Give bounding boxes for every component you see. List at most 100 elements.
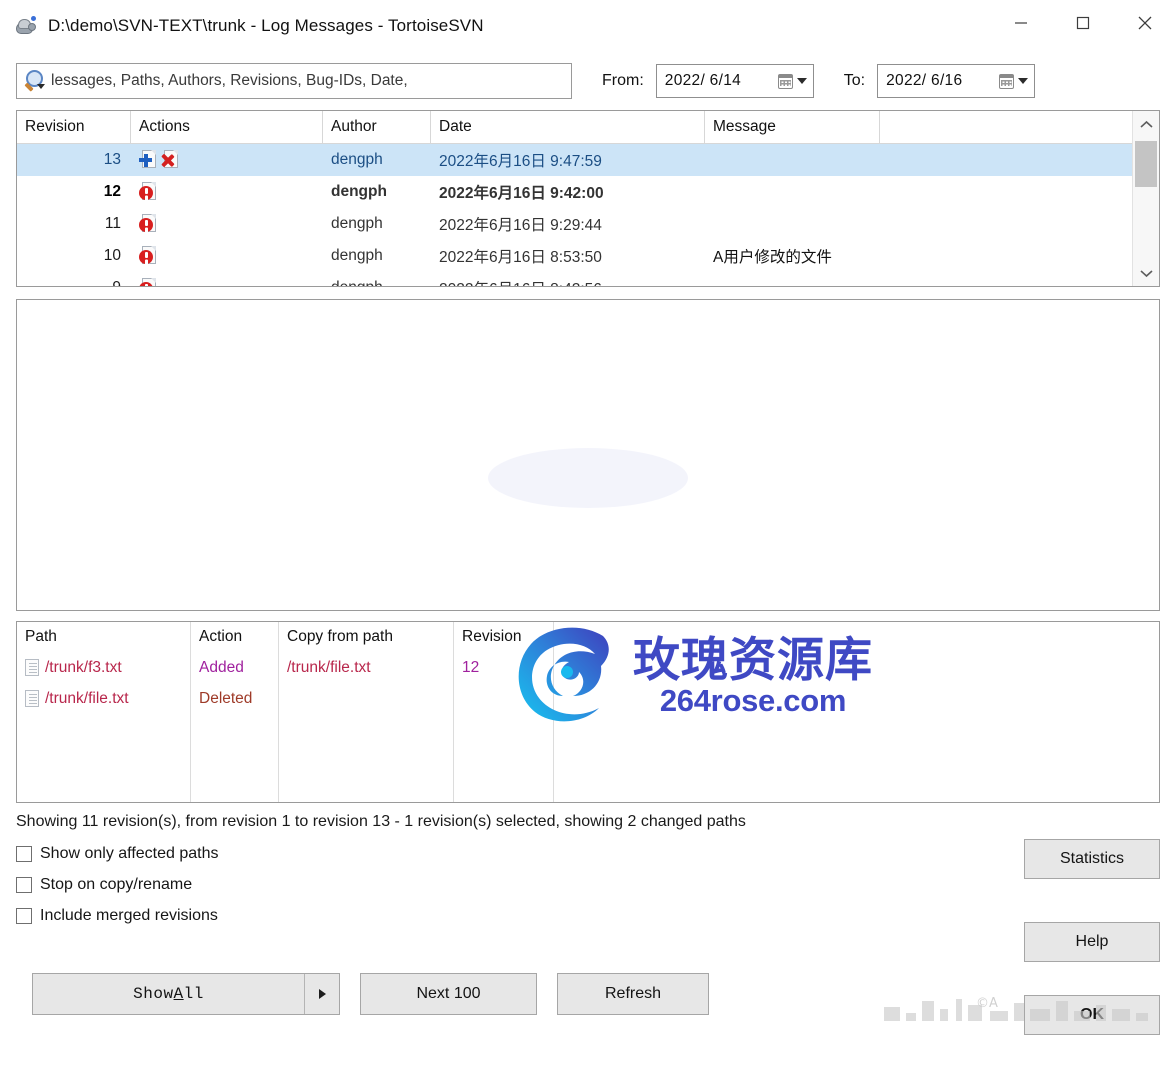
checkbox-box[interactable] — [16, 908, 32, 924]
cell-revision: 12 — [454, 652, 554, 683]
cell-path: /trunk/file.txt — [17, 683, 191, 714]
log-table-scrollbar[interactable] — [1132, 111, 1159, 286]
close-icon[interactable] — [1114, 0, 1176, 46]
checkbox-stop-on-copy-rename[interactable]: Stop on copy/rename — [16, 876, 1160, 894]
help-button[interactable]: Help — [1024, 922, 1160, 962]
show-all-dropdown-button[interactable] — [304, 974, 339, 1014]
modified-file-icon — [139, 181, 156, 203]
checkbox-label: Stop on copy/rename — [40, 876, 193, 893]
table-row[interactable]: 12 dengph 2022年6月16日 9:42:00 — [17, 176, 1132, 208]
cell-path-text: /trunk/f3.txt — [45, 658, 122, 676]
faint-watermark — [478, 438, 698, 522]
modified-file-icon — [139, 245, 156, 267]
cell-action: Added — [191, 652, 279, 683]
cell-message — [705, 176, 880, 208]
from-date-value: 2022/ 6/14 — [664, 72, 742, 89]
table-row[interactable]: 9 dengph 2022年6月16日 8:42:56 — [17, 272, 1132, 286]
statistics-button[interactable]: Statistics — [1024, 839, 1160, 879]
calendar-icon[interactable] — [777, 73, 793, 89]
checkbox-show-only-affected-paths[interactable]: Show only affected paths — [16, 845, 1160, 863]
chevron-down-icon[interactable] — [796, 78, 807, 84]
table-row[interactable]: /trunk/file.txt Deleted — [17, 683, 1159, 714]
cell-author: dengph — [331, 247, 383, 264]
refresh-button[interactable]: Refresh — [557, 973, 709, 1015]
cell-actions — [131, 144, 323, 176]
column-header-message[interactable]: Message — [705, 111, 880, 143]
column-header-revision[interactable]: Revision — [17, 111, 131, 143]
maximize-icon[interactable] — [1052, 0, 1114, 46]
deleted-file-icon — [161, 149, 178, 171]
checkbox-box[interactable] — [16, 846, 32, 862]
cell-author: dengph — [331, 215, 383, 232]
text-file-icon — [25, 659, 39, 676]
cell-actions — [131, 208, 323, 240]
table-row[interactable]: 11 dengph 2022年6月16日 9:29:44 — [17, 208, 1132, 240]
to-date-value: 2022/ 6/16 — [886, 72, 963, 89]
chevron-up-icon[interactable] — [1133, 111, 1159, 137]
column-header-author[interactable]: Author — [323, 111, 431, 143]
window-title: D:\demo\SVN-TEXT\trunk - Log Messages - … — [48, 16, 484, 35]
cell-author: dengph — [331, 183, 387, 200]
modified-file-icon — [139, 277, 156, 286]
to-date-picker[interactable]: 2022/ 6/16 — [877, 64, 1036, 98]
show-all-split-button[interactable]: Show All — [32, 973, 340, 1015]
text-file-icon — [25, 690, 39, 707]
search-magnifier-icon[interactable] — [23, 69, 49, 93]
cell-filler — [880, 144, 1132, 176]
from-date-picker[interactable]: 2022/ 6/14 — [655, 64, 814, 98]
show-all-button[interactable]: Show All — [33, 974, 304, 1014]
window-controls — [990, 0, 1176, 46]
column-header-copy-from-path[interactable]: Copy from path — [279, 622, 454, 652]
cell-date: 2022年6月16日 8:42:56 — [431, 272, 705, 286]
cell-message: A用户修改的文件 — [713, 249, 832, 266]
right-button-column: Statistics Help — [1024, 839, 1160, 962]
search-input[interactable] — [51, 72, 571, 90]
next-100-button[interactable]: Next 100 — [360, 973, 537, 1015]
cell-revision: 11 — [104, 215, 121, 232]
checkbox-label: Include merged revisions — [40, 907, 218, 924]
column-header-revision[interactable]: Revision — [454, 622, 554, 652]
show-all-prefix: Show — [133, 985, 174, 1003]
column-header-path[interactable]: Path — [17, 622, 191, 652]
column-header-actions[interactable]: Actions — [131, 111, 323, 143]
table-row[interactable]: /trunk/f3.txt Added /trunk/file.txt 12 — [17, 652, 1159, 683]
filter-bar: From: 2022/ 6/14 To: 2022/ 6/16 — [0, 52, 1176, 110]
cell-path-text: /trunk/file.txt — [45, 689, 129, 707]
checkbox-include-merged-revisions[interactable]: Include merged revisions — [16, 907, 1160, 925]
minimize-icon[interactable] — [990, 0, 1052, 46]
chevron-down-icon[interactable] — [1133, 260, 1159, 286]
column-header-date[interactable]: Date — [431, 111, 705, 143]
log-table-header: Revision Actions Author Date Message — [17, 111, 1132, 144]
cell-date: 2022年6月16日 9:47:59 — [439, 153, 602, 170]
checkbox-box[interactable] — [16, 877, 32, 893]
cell-revision: 12 — [103, 183, 121, 200]
cell-filler — [880, 176, 1132, 208]
added-file-icon — [139, 149, 156, 171]
cell-revision: 10 — [103, 247, 121, 264]
cell-author: dengph — [323, 272, 431, 286]
table-row[interactable]: 13 dengph 2022年6月16日 9:47:59 — [17, 144, 1132, 176]
tortoisesvn-turtle-icon — [14, 15, 36, 37]
log-messages-table[interactable]: Revision Actions Author Date Message 13 … — [16, 110, 1160, 287]
column-header-action[interactable]: Action — [191, 622, 279, 652]
scrollbar-thumb[interactable] — [1135, 141, 1157, 187]
status-text: Showing 11 revision(s), from revision 1 … — [16, 813, 746, 830]
cell-message — [705, 144, 880, 176]
table-row[interactable]: 10 dengph 2022年6月16日 8:53:50 A用户修改的文件 — [17, 240, 1132, 272]
cell-date: 2022年6月16日 9:42:00 — [439, 185, 604, 202]
cell-copy-from-path — [279, 683, 454, 714]
checkbox-label: Show only affected paths — [40, 845, 219, 862]
changed-paths-table[interactable]: Path Action Copy from path Revision /tru… — [16, 621, 1160, 803]
show-all-suffix: ll — [183, 985, 204, 1003]
show-all-accelerator: A — [173, 985, 184, 1003]
options-and-buttons: Show only affected paths Stop on copy/re… — [16, 839, 1160, 1035]
chevron-down-icon[interactable] — [1018, 78, 1029, 84]
cell-action: Deleted — [191, 683, 279, 714]
title-bar: D:\demo\SVN-TEXT\trunk - Log Messages - … — [0, 0, 1176, 52]
commit-message-pane[interactable] — [16, 299, 1160, 611]
calendar-icon[interactable] — [999, 73, 1015, 89]
cell-message — [705, 272, 880, 286]
search-box[interactable] — [16, 63, 572, 99]
scrollbar-track[interactable] — [1133, 137, 1159, 260]
cell-actions — [131, 240, 323, 272]
